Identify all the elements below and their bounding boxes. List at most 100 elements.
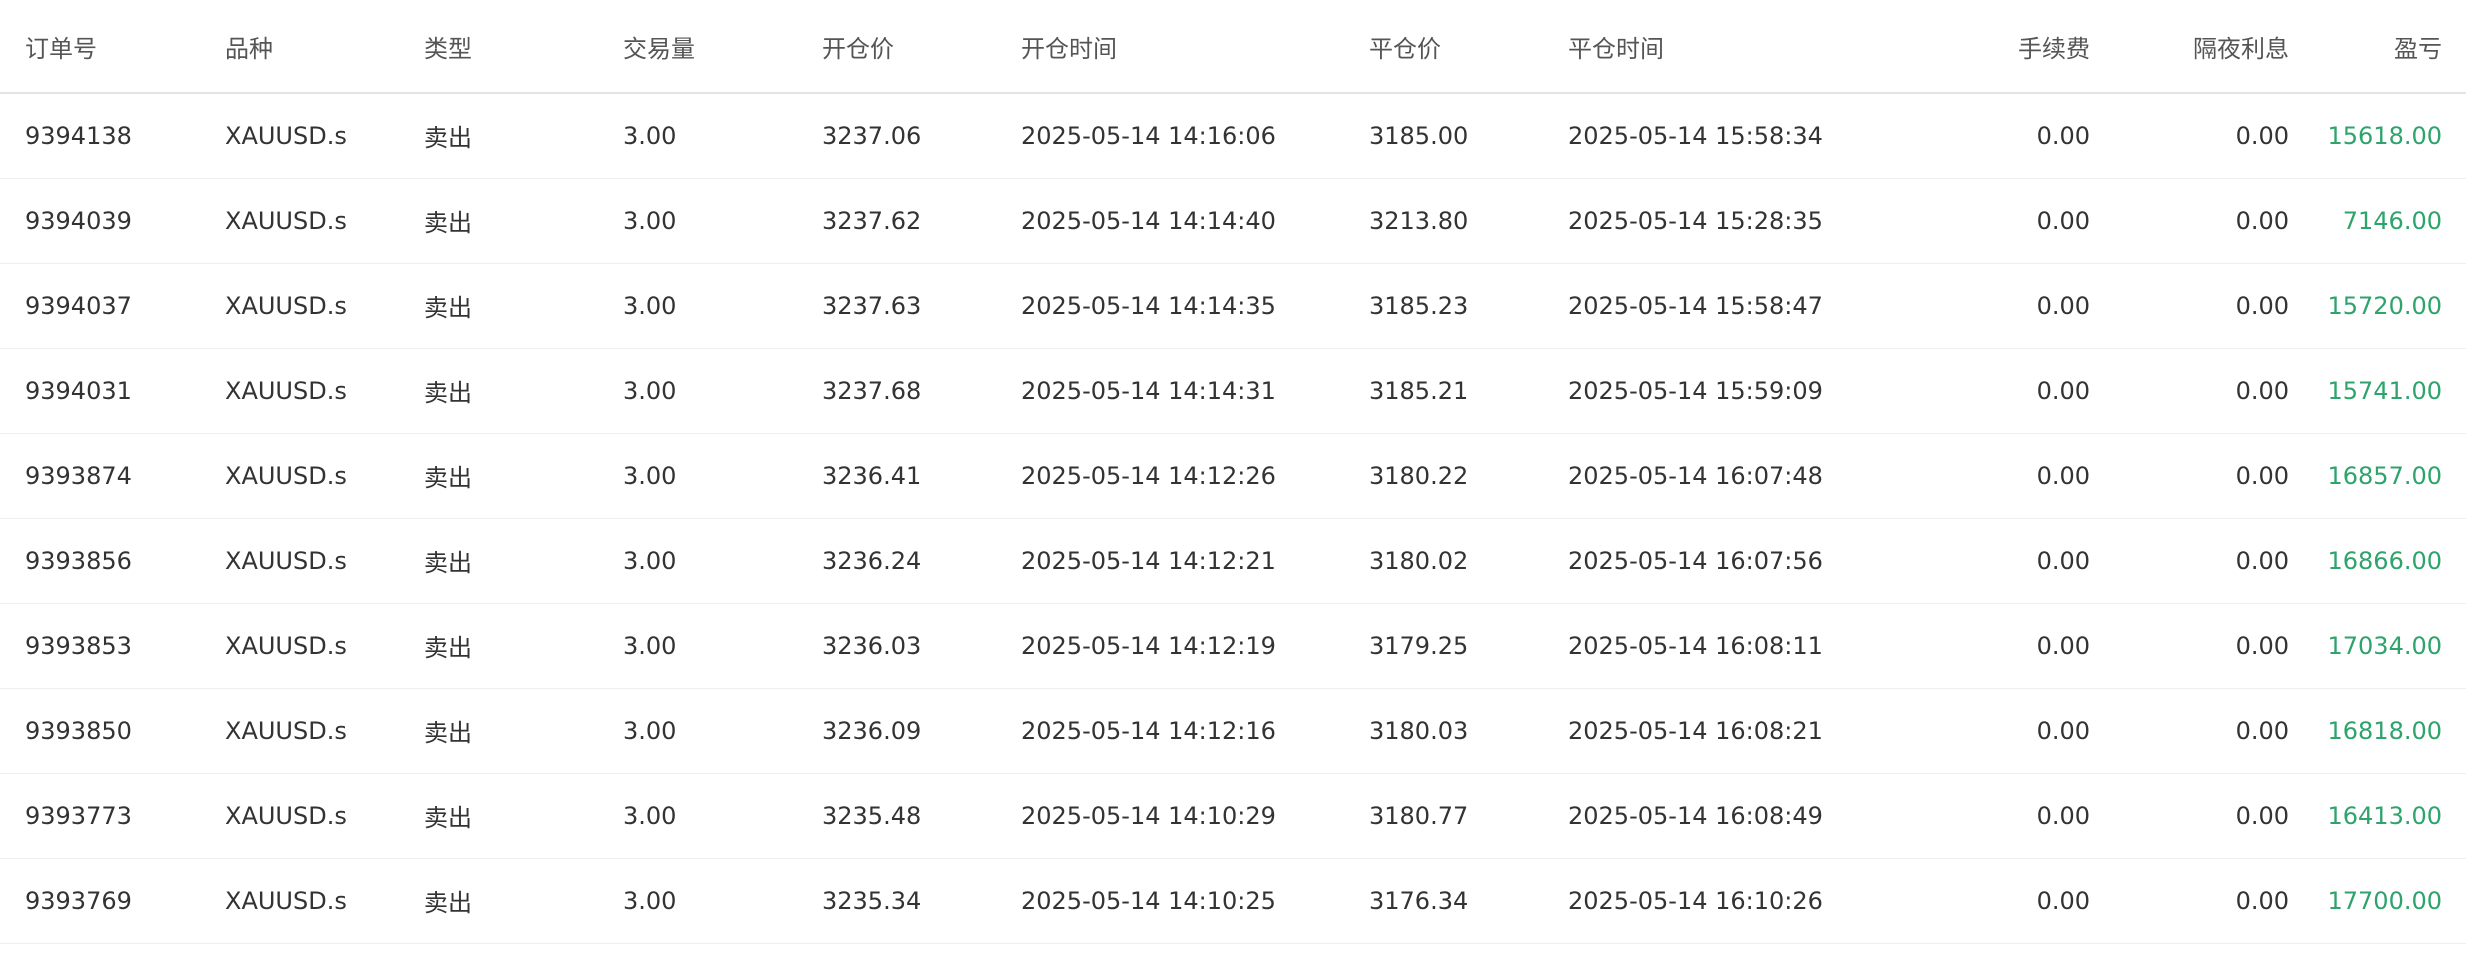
header-swap[interactable]: 隔夜利息 <box>2090 0 2289 94</box>
cell-swap: 0.00 <box>2090 603 2289 689</box>
cell-profit: 7146.00 <box>2289 178 2466 264</box>
cell-close-time: 2025-05-14 16:07:56 <box>1543 518 1844 604</box>
cell-type: 卖出 <box>399 348 598 434</box>
cell-order-id: 9393773 <box>0 773 200 859</box>
cell-close-price: 3180.02 <box>1344 518 1543 604</box>
cell-swap: 0.00 <box>2090 688 2289 774</box>
cell-symbol: XAUUSD.s <box>200 348 399 434</box>
cell-volume: 3.00 <box>598 263 797 349</box>
header-commission[interactable]: 手续费 <box>1844 0 2090 94</box>
table-row[interactable]: 9394039 XAUUSD.s 卖出 3.00 3237.62 2025-05-14 1… <box>0 178 2466 264</box>
cell-close-time: 2025-05-14 15:28:35 <box>1543 178 1844 264</box>
cell-close-time: 2025-05-14 15:59:09 <box>1543 348 1844 434</box>
header-close-time[interactable]: 平仓时间 <box>1543 0 1844 94</box>
cell-profit: 16413.00 <box>2289 773 2466 859</box>
cell-close-price: 3180.22 <box>1344 433 1543 519</box>
cell-swap: 0.00 <box>2090 348 2289 434</box>
cell-order-id: 9394037 <box>0 263 200 349</box>
cell-type: 卖出 <box>399 178 598 264</box>
cell-open-time: 2025-05-14 14:10:25 <box>996 858 1344 944</box>
cell-order-id: 9393856 <box>0 518 200 604</box>
header-order-id[interactable]: 订单号 <box>0 0 200 94</box>
cell-open-time: 2025-05-14 14:12:21 <box>996 518 1344 604</box>
header-symbol[interactable]: 品种 <box>200 0 399 94</box>
header-open-time[interactable]: 开仓时间 <box>996 0 1344 94</box>
cell-profit: 16857.00 <box>2289 433 2466 519</box>
trade-history-table: 订单号 品种 类型 交易量 开仓价 开仓时间 平仓价 平仓时间 手续费 隔夜利息… <box>0 0 2466 944</box>
cell-order-id: 9393850 <box>0 688 200 774</box>
header-close-price[interactable]: 平仓价 <box>1344 0 1543 94</box>
cell-profit: 16818.00 <box>2289 688 2466 774</box>
cell-commission: 0.00 <box>1844 93 2090 179</box>
cell-type: 卖出 <box>399 688 598 774</box>
cell-profit: 15741.00 <box>2289 348 2466 434</box>
cell-open-time: 2025-05-14 14:16:06 <box>996 93 1344 179</box>
cell-order-id: 9393853 <box>0 603 200 689</box>
cell-type: 卖出 <box>399 603 598 689</box>
cell-swap: 0.00 <box>2090 773 2289 859</box>
cell-symbol: XAUUSD.s <box>200 178 399 264</box>
table-row[interactable]: 9393853 XAUUSD.s 卖出 3.00 3236.03 2025-05-14 1… <box>0 603 2466 689</box>
cell-commission: 0.00 <box>1844 348 2090 434</box>
cell-close-price: 3180.77 <box>1344 773 1543 859</box>
header-profit[interactable]: 盈亏 <box>2289 0 2466 94</box>
cell-symbol: XAUUSD.s <box>200 773 399 859</box>
cell-close-price: 3185.23 <box>1344 263 1543 349</box>
cell-commission: 0.00 <box>1844 263 2090 349</box>
cell-close-price: 3185.00 <box>1344 93 1543 179</box>
table-row[interactable]: 9393850 XAUUSD.s 卖出 3.00 3236.09 2025-05-14 1… <box>0 688 2466 774</box>
cell-volume: 3.00 <box>598 433 797 519</box>
table-row[interactable]: 9394138 XAUUSD.s 卖出 3.00 3237.06 2025-05-14 1… <box>0 93 2466 179</box>
header-type[interactable]: 类型 <box>399 0 598 94</box>
header-volume[interactable]: 交易量 <box>598 0 797 94</box>
cell-symbol: XAUUSD.s <box>200 688 399 774</box>
cell-open-price: 3236.41 <box>797 433 996 519</box>
table-row[interactable]: 9393874 XAUUSD.s 卖出 3.00 3236.41 2025-05-14 1… <box>0 433 2466 519</box>
cell-close-time: 2025-05-14 16:08:21 <box>1543 688 1844 774</box>
cell-type: 卖出 <box>399 433 598 519</box>
cell-volume: 3.00 <box>598 773 797 859</box>
cell-profit: 16866.00 <box>2289 518 2466 604</box>
cell-swap: 0.00 <box>2090 858 2289 944</box>
cell-close-price: 3185.21 <box>1344 348 1543 434</box>
cell-order-id: 9394039 <box>0 178 200 264</box>
cell-commission: 0.00 <box>1844 773 2090 859</box>
cell-volume: 3.00 <box>598 518 797 604</box>
cell-symbol: XAUUSD.s <box>200 433 399 519</box>
cell-swap: 0.00 <box>2090 93 2289 179</box>
cell-type: 卖出 <box>399 518 598 604</box>
cell-open-price: 3235.48 <box>797 773 996 859</box>
table-row[interactable]: 9394037 XAUUSD.s 卖出 3.00 3237.63 2025-05-14 1… <box>0 263 2466 349</box>
cell-symbol: XAUUSD.s <box>200 518 399 604</box>
cell-close-time: 2025-05-14 16:08:49 <box>1543 773 1844 859</box>
table-header-row: 订单号 品种 类型 交易量 开仓价 开仓时间 平仓价 平仓时间 手续费 隔夜利息… <box>0 0 2466 94</box>
cell-order-id: 9394031 <box>0 348 200 434</box>
cell-open-price: 3237.06 <box>797 93 996 179</box>
cell-open-time: 2025-05-14 14:14:31 <box>996 348 1344 434</box>
cell-profit: 17034.00 <box>2289 603 2466 689</box>
table-row[interactable]: 9393856 XAUUSD.s 卖出 3.00 3236.24 2025-05-14 1… <box>0 518 2466 604</box>
cell-symbol: XAUUSD.s <box>200 858 399 944</box>
cell-open-price: 3237.68 <box>797 348 996 434</box>
cell-close-time: 2025-05-14 16:08:11 <box>1543 603 1844 689</box>
cell-commission: 0.00 <box>1844 603 2090 689</box>
cell-profit: 17700.00 <box>2289 858 2466 944</box>
cell-open-price: 3237.63 <box>797 263 996 349</box>
cell-open-time: 2025-05-14 14:10:29 <box>996 773 1344 859</box>
cell-open-price: 3236.09 <box>797 688 996 774</box>
cell-symbol: XAUUSD.s <box>200 603 399 689</box>
cell-swap: 0.00 <box>2090 263 2289 349</box>
table-row[interactable]: 9394031 XAUUSD.s 卖出 3.00 3237.68 2025-05-14 1… <box>0 348 2466 434</box>
cell-open-time: 2025-05-14 14:12:19 <box>996 603 1344 689</box>
cell-close-price: 3176.34 <box>1344 858 1543 944</box>
table-row[interactable]: 9393769 XAUUSD.s 卖出 3.00 3235.34 2025-05-14 1… <box>0 858 2466 944</box>
cell-commission: 0.00 <box>1844 688 2090 774</box>
cell-profit: 15720.00 <box>2289 263 2466 349</box>
table-body: 9394138 XAUUSD.s 卖出 3.00 3237.06 2025-05-14 1… <box>0 93 2466 944</box>
table-row[interactable]: 9393773 XAUUSD.s 卖出 3.00 3235.48 2025-05-14 1… <box>0 773 2466 859</box>
cell-type: 卖出 <box>399 263 598 349</box>
cell-open-time: 2025-05-14 14:14:40 <box>996 178 1344 264</box>
cell-swap: 0.00 <box>2090 178 2289 264</box>
cell-open-price: 3237.62 <box>797 178 996 264</box>
header-open-price[interactable]: 开仓价 <box>797 0 996 94</box>
